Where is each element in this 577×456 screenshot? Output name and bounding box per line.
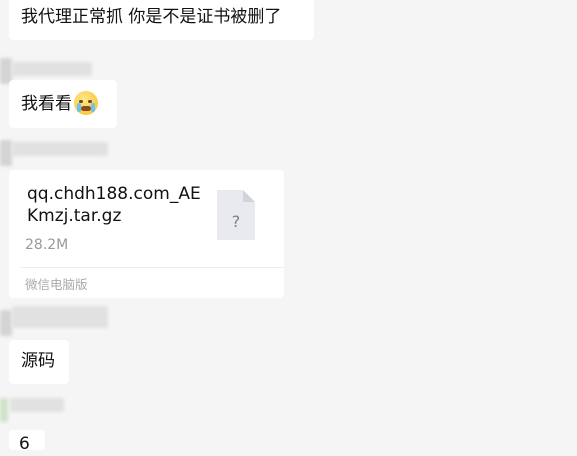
- sender-name-blurred: [12, 62, 92, 76]
- sender-avatar-blurred: [0, 398, 8, 422]
- file-size: 28.2M: [25, 237, 69, 253]
- crying-face-icon: [74, 91, 98, 115]
- sender-name-blurred: [12, 306, 108, 328]
- message-text: 我看看: [21, 94, 72, 114]
- sender-name-blurred: [10, 398, 64, 412]
- sender-avatar-blurred: [0, 140, 12, 166]
- message-bubble[interactable]: 6: [9, 430, 45, 454]
- message-bubble[interactable]: 我代理正常抓 你是不是证书被删了: [9, 0, 314, 40]
- message-bubble[interactable]: 我看看: [9, 80, 117, 128]
- file-message-card[interactable]: qq.chdh188.com_AEKmzj.tar.gz 28.2M ? 微信电…: [9, 170, 284, 298]
- sender-name-blurred: [12, 142, 108, 156]
- message-bubble[interactable]: 源码: [9, 340, 69, 384]
- file-icon-glyph: ?: [232, 212, 241, 231]
- message-text: 源码: [21, 351, 55, 371]
- file-source-label: 微信电脑版: [25, 277, 88, 292]
- message-text: 我代理正常抓 你是不是证书被删了: [21, 7, 282, 27]
- file-name: qq.chdh188.com_AEKmzj.tar.gz: [27, 184, 201, 226]
- unknown-file-icon: ?: [217, 190, 255, 240]
- divider: [21, 267, 284, 268]
- message-text: 6: [19, 434, 30, 454]
- sender-avatar-blurred: [0, 310, 12, 336]
